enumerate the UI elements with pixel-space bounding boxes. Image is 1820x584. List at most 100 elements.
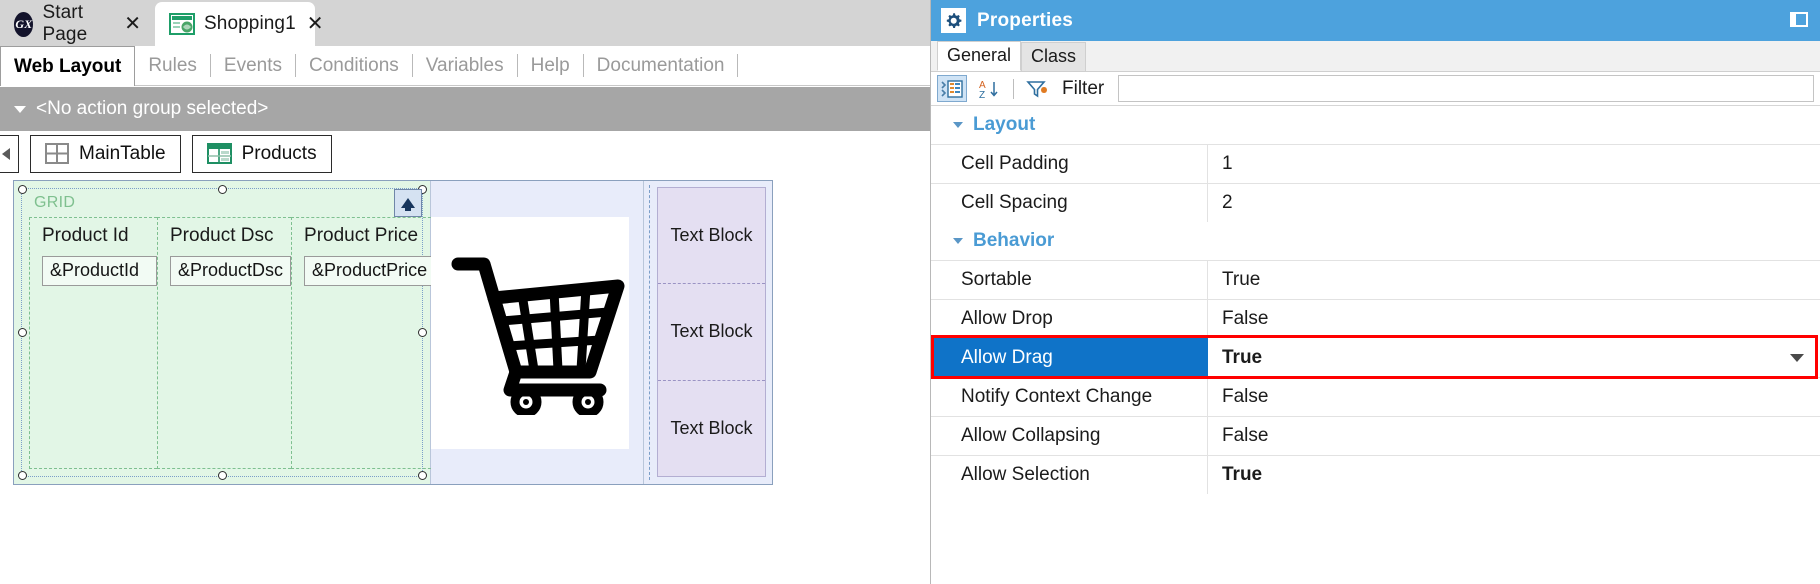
resize-handle[interactable] — [218, 471, 227, 480]
tab-events[interactable]: Events — [211, 46, 295, 85]
tab-documentation[interactable]: Documentation — [584, 46, 738, 85]
column-variable-field[interactable]: &ProductPrice — [304, 256, 436, 286]
document-tab-shopping1[interactable]: Shopping1 ✕ — [155, 2, 324, 46]
resize-handle[interactable] — [18, 471, 27, 480]
grid-control-icon — [206, 143, 232, 164]
property-row-allow-drop[interactable]: Allow Drop False — [931, 299, 1820, 338]
resize-handle[interactable] — [18, 185, 27, 194]
document-tab-start-page[interactable]: GX Start Page ✕ — [0, 2, 155, 46]
app-root: GX Start Page ✕ Shopping1 ✕ Web Layout R… — [0, 0, 1820, 584]
chevron-down-icon[interactable] — [953, 122, 963, 128]
text-block-item[interactable]: Text Block — [658, 381, 765, 476]
column-header: Product Dsc — [170, 225, 274, 246]
tab-general[interactable]: General — [937, 41, 1022, 71]
column-header: Product Id — [42, 225, 129, 246]
tab-label: General — [947, 45, 1012, 65]
unpin-icon[interactable] — [1790, 12, 1808, 27]
resize-handle[interactable] — [418, 471, 427, 480]
close-icon[interactable]: ✕ — [305, 14, 326, 34]
action-group-bar[interactable]: <No action group selected> — [0, 87, 930, 131]
property-value[interactable]: False — [1208, 378, 1820, 416]
breadcrumb: MainTable Products — [0, 131, 930, 176]
grid-columns: Product Id &ProductId Product Dsc &Produ… — [29, 217, 437, 469]
text-block-item[interactable]: Text Block — [658, 188, 765, 285]
grid-column[interactable]: Product Dsc &ProductDsc — [157, 217, 292, 469]
tab-label: Conditions — [309, 54, 399, 76]
chevron-down-icon[interactable] — [1790, 353, 1804, 362]
property-name: Sortable — [931, 261, 1208, 299]
web-layout-canvas[interactable]: GRID Product Id &ProductId Product Dsc &… — [13, 180, 773, 485]
section-title: Behavior — [973, 230, 1055, 251]
resize-handle[interactable] — [218, 185, 227, 194]
breadcrumb-item-products[interactable]: Products — [191, 134, 332, 173]
property-value[interactable]: False — [1208, 300, 1820, 338]
resize-handle[interactable] — [18, 328, 27, 337]
tab-rules[interactable]: Rules — [135, 46, 210, 85]
property-value[interactable]: True — [1208, 338, 1820, 377]
tab-conditions[interactable]: Conditions — [296, 46, 412, 85]
grid-column[interactable]: Product Price &ProductPrice — [291, 217, 437, 469]
gx-logo-icon: GX — [14, 11, 34, 37]
column-variable-field[interactable]: &ProductId — [42, 256, 157, 286]
grid-control[interactable]: GRID Product Id &ProductId Product Dsc &… — [14, 181, 437, 484]
property-value[interactable]: False — [1208, 417, 1820, 455]
chevron-down-icon[interactable] — [14, 105, 26, 113]
property-row-allow-collapsing[interactable]: Allow Collapsing False — [931, 416, 1820, 455]
shopping-cart-icon — [450, 250, 625, 418]
svg-text:Z: Z — [979, 90, 985, 99]
properties-tabs: General Class — [931, 41, 1820, 72]
properties-header: Properties — [931, 0, 1820, 41]
column-variable-field[interactable]: &ProductDsc — [170, 256, 292, 286]
properties-panel: Properties General Class A Z Filter Layo… — [930, 0, 1820, 584]
text-block-item[interactable]: Text Block — [658, 284, 765, 381]
tab-class[interactable]: Class — [1021, 42, 1087, 71]
text-block-label: Text Block — [670, 321, 753, 342]
column-header: Product Price — [304, 225, 419, 246]
property-value[interactable]: 1 — [1208, 145, 1820, 183]
property-value[interactable]: 2 — [1208, 184, 1820, 222]
close-icon[interactable]: ✕ — [122, 14, 143, 34]
tab-label: Documentation — [596, 54, 725, 76]
categorized-list-icon[interactable] — [937, 75, 967, 102]
ide-panel: GX Start Page ✕ Shopping1 ✕ Web Layout R… — [0, 0, 930, 584]
section-header-layout[interactable]: Layout — [931, 106, 1820, 144]
chevron-down-icon[interactable] — [953, 238, 963, 244]
property-name: Notify Context Change — [931, 378, 1208, 416]
filter-funnel-icon[interactable] — [1022, 75, 1052, 102]
text-block-cell[interactable]: Text Block Text Block Text Block — [644, 181, 772, 484]
tab-help[interactable]: Help — [518, 46, 583, 85]
properties-list: Layout Cell Padding 1 Cell Spacing 2 Beh… — [931, 106, 1820, 494]
property-name: Cell Spacing — [931, 184, 1208, 222]
arrow-up-icon[interactable] — [394, 189, 422, 217]
tab-label: Help — [530, 54, 570, 76]
properties-title: Properties — [977, 9, 1073, 31]
breadcrumb-item-label: Products — [241, 142, 317, 164]
grid-column[interactable]: Product Id &ProductId — [29, 217, 157, 469]
property-name: Cell Padding — [931, 145, 1208, 183]
filter-label: Filter — [1062, 77, 1105, 99]
filter-input[interactable] — [1118, 75, 1814, 102]
breadcrumb-scroll-left[interactable] — [0, 134, 19, 173]
property-name: Allow Drop — [931, 300, 1208, 338]
text-block-label: Text Block — [670, 225, 753, 246]
property-row-allow-selection[interactable]: Allow Selection True — [931, 455, 1820, 494]
tab-label: Class — [1031, 46, 1077, 66]
property-value[interactable]: True — [1208, 261, 1820, 299]
tab-web-layout[interactable]: Web Layout — [0, 46, 136, 86]
property-row-cell-padding[interactable]: Cell Padding 1 — [931, 144, 1820, 183]
property-name: Allow Drag — [931, 338, 1208, 377]
sort-az-icon[interactable]: A Z — [975, 75, 1005, 102]
property-value[interactable]: True — [1208, 456, 1820, 494]
section-header-behavior[interactable]: Behavior — [931, 222, 1820, 260]
toolbar-divider — [1013, 78, 1014, 99]
document-tab-strip: GX Start Page ✕ Shopping1 ✕ — [0, 0, 930, 46]
property-row-sortable[interactable]: Sortable True — [931, 260, 1820, 299]
tab-variables[interactable]: Variables — [413, 46, 517, 85]
image-cell[interactable] — [431, 181, 644, 484]
property-row-cell-spacing[interactable]: Cell Spacing 2 — [931, 183, 1820, 222]
document-tab-label: Start Page — [42, 2, 88, 45]
property-row-allow-drag[interactable]: Allow Drag True — [931, 335, 1820, 379]
breadcrumb-item-maintable[interactable]: MainTable — [30, 134, 181, 173]
property-row-notify-context-change[interactable]: Notify Context Change False — [931, 377, 1820, 416]
gear-icon — [941, 8, 966, 33]
